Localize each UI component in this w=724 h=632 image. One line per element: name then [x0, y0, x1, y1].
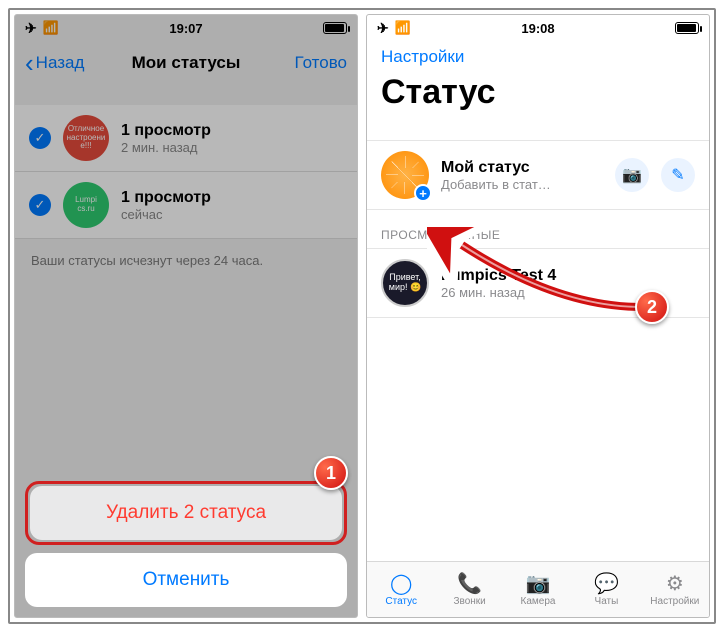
camera-icon: 📷: [622, 165, 642, 185]
cancel-button[interactable]: Отменить: [25, 553, 347, 607]
status-avatar: Отличное настроени е!!!: [63, 115, 109, 161]
chat-icon: 💬: [594, 572, 619, 594]
status-time: сейчас: [121, 207, 211, 222]
nav-title: Мои статусы: [15, 53, 357, 73]
contact-avatar: Привет, мир! 😊: [381, 259, 429, 307]
status-views: 1 просмотр: [121, 122, 211, 140]
my-status-row[interactable]: + Мой статус Добавить в стат… 📷 ✎: [367, 140, 709, 210]
status-list: ✓ Отличное настроени е!!! 1 просмотр 2 м…: [15, 105, 357, 239]
status-bar: 19:07: [15, 15, 357, 41]
status-views: 1 просмотр: [121, 189, 211, 207]
status-time: 26 мин. назад: [441, 285, 556, 300]
tab-label: Камера: [521, 596, 556, 607]
tab-label: Чаты: [595, 596, 619, 607]
camera-icon: 📷: [526, 572, 551, 594]
status-row[interactable]: ✓ Отличное настроени е!!! 1 просмотр 2 м…: [15, 105, 357, 172]
tab-label: Настройки: [650, 596, 699, 607]
tab-settings[interactable]: ⚙ Настройки: [641, 562, 709, 617]
tab-label: Звонки: [453, 596, 485, 607]
action-sheet: 1 Удалить 2 статуса Отменить: [25, 481, 347, 607]
tab-label: Статус: [385, 596, 417, 607]
phone-left: 19:07 ‹ Назад Мои статусы Готово ✓ Отлич…: [14, 14, 358, 618]
status-bar: 19:08: [367, 15, 709, 41]
clock: 19:08: [367, 21, 709, 36]
tutorial-frame: 19:07 ‹ Назад Мои статусы Готово ✓ Отлич…: [8, 8, 716, 624]
clock: 19:07: [15, 21, 357, 36]
nav-bar: ‹ Назад Мои статусы Готово: [15, 41, 357, 85]
status-time: 2 мин. назад: [121, 140, 211, 155]
edit-button[interactable]: ✎: [661, 158, 695, 192]
battery-icon: [675, 22, 699, 34]
status-icon: ◯: [390, 572, 412, 594]
annotation-highlight: 1 Удалить 2 статуса: [25, 481, 347, 545]
my-status-title: Мой статус: [441, 159, 603, 177]
camera-button[interactable]: 📷: [615, 158, 649, 192]
tab-calls[interactable]: 📞 Звонки: [435, 562, 503, 617]
section-header-viewed: ПРОСМОТРЕННЫЕ: [367, 210, 709, 248]
back-button[interactable]: Настройки: [367, 41, 709, 67]
page-title: Статус: [367, 67, 709, 124]
phone-icon: 📞: [457, 572, 482, 594]
tab-chats[interactable]: 💬 Чаты: [572, 562, 640, 617]
tab-status[interactable]: ◯ Статус: [367, 562, 435, 617]
status-row[interactable]: ✓ Lumpi cs.ru 1 просмотр сейчас: [15, 172, 357, 239]
callout-1: 1: [314, 456, 348, 490]
contact-name: Lumpics Test 4: [441, 267, 556, 285]
status-row-text: 1 просмотр сейчас: [121, 189, 211, 222]
status-expiry-note: Ваши статусы исчезнут через 24 часа.: [15, 239, 357, 282]
gear-icon: ⚙: [666, 572, 684, 594]
pencil-icon: ✎: [671, 165, 684, 185]
my-status-avatar: +: [381, 151, 429, 199]
tab-camera[interactable]: 📷 Камера: [504, 562, 572, 617]
battery-icon: [323, 22, 347, 34]
checkmark-icon[interactable]: ✓: [29, 194, 51, 216]
checkmark-icon[interactable]: ✓: [29, 127, 51, 149]
my-status-subtitle: Добавить в стат…: [441, 177, 603, 192]
plus-icon: +: [414, 184, 432, 202]
delete-statuses-button[interactable]: Удалить 2 статуса: [30, 486, 342, 540]
status-row-text: 1 просмотр 2 мин. назад: [121, 122, 211, 155]
tab-bar: ◯ Статус 📞 Звонки 📷 Камера 💬 Чаты ⚙ Наст…: [367, 561, 709, 617]
status-avatar: Lumpi cs.ru: [63, 182, 109, 228]
callout-2: 2: [635, 290, 669, 324]
phone-right: 19:08 Настройки Статус + Мой статус Доба…: [366, 14, 710, 618]
